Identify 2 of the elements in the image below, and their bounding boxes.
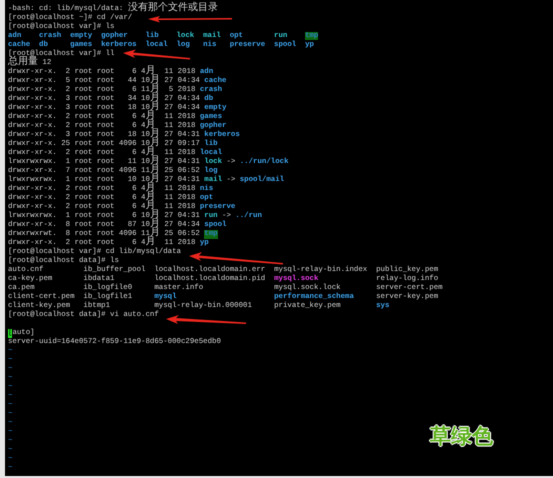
pointer-arrow (123, 50, 190, 60)
annotation-label: 草绿色 (430, 426, 493, 447)
